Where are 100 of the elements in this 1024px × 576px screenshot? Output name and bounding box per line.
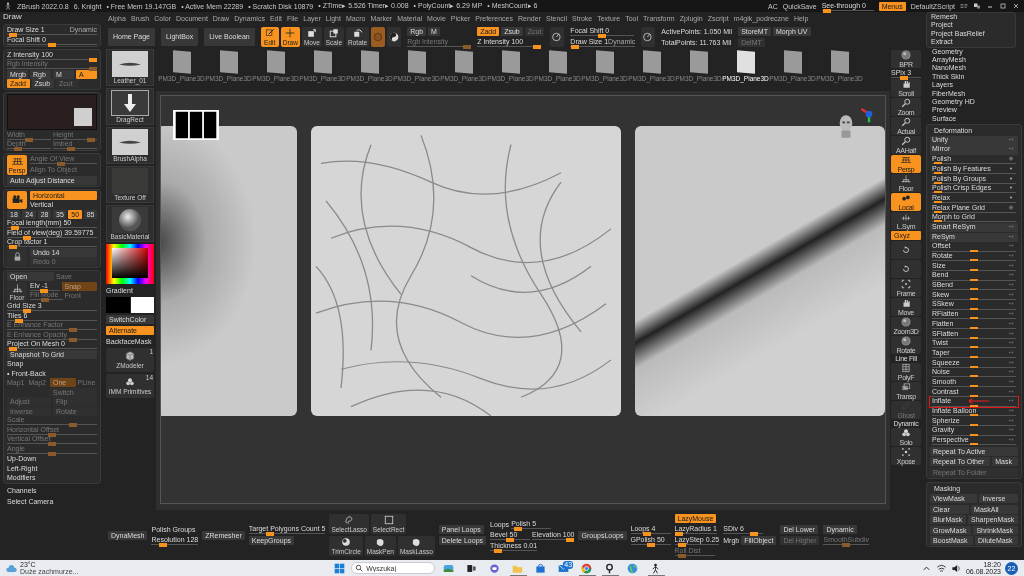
axis-toggle-icon — [1006, 349, 1016, 355]
slider-thumb[interactable] — [678, 543, 687, 547]
axis-toggle-icon — [1006, 408, 1016, 414]
arrow-box-icon — [306, 28, 317, 38]
slider-thumb[interactable] — [970, 356, 978, 359]
slider-thumb[interactable] — [48, 42, 56, 47]
material-sphere-icon — [373, 32, 384, 42]
slider-thumb[interactable] — [506, 537, 515, 542]
crosshair-icon — [285, 28, 296, 38]
axis-toggle-icon — [1006, 417, 1016, 423]
slider-thumb[interactable] — [970, 433, 978, 436]
slider-thumb[interactable] — [970, 365, 978, 368]
slider-thumb[interactable] — [23, 235, 32, 240]
axis-toggle-icon — [1006, 301, 1016, 307]
stroke-icon — [119, 139, 141, 145]
slider-thumb[interactable] — [970, 414, 978, 417]
slider-thumb[interactable] — [933, 191, 942, 194]
slider-thumb[interactable] — [265, 532, 274, 536]
slider-thumb[interactable] — [970, 278, 978, 281]
slider-thumb[interactable] — [8, 347, 17, 351]
landscape-icon — [443, 562, 455, 574]
sphere-icon — [901, 317, 911, 327]
slider-thumb[interactable] — [970, 288, 978, 291]
perspective-grid-icon — [11, 156, 23, 167]
toolbar-button[interactable] — [641, 27, 656, 47]
windows-logo-icon[interactable] — [334, 562, 346, 574]
camera-button[interactable] — [7, 190, 27, 209]
swirl-circle-icon — [389, 32, 400, 42]
slider-thumb[interactable] — [571, 45, 580, 49]
slider-thumb[interactable] — [970, 336, 978, 339]
globe-icon — [627, 562, 639, 574]
blob-icon — [411, 537, 422, 547]
slider-thumb[interactable] — [970, 443, 978, 446]
slider-thumb[interactable] — [15, 318, 24, 323]
toolbar-button[interactable] — [387, 27, 402, 47]
axis-toggle-icon — [1006, 320, 1016, 326]
slider-thumb[interactable] — [822, 8, 831, 13]
color-swatch[interactable] — [130, 297, 154, 313]
slider-thumb[interactable] — [933, 210, 942, 213]
viewport[interactable] — [156, 91, 890, 510]
slider-thumb[interactable] — [970, 327, 978, 330]
axis-toggle-icon — [1006, 340, 1016, 346]
slider-thumb[interactable] — [23, 309, 32, 313]
axis-toggle-icon — [1006, 282, 1016, 288]
slider-thumb[interactable] — [970, 423, 978, 426]
pencil-frame-icon — [264, 28, 275, 38]
slider-thumb[interactable] — [970, 346, 978, 349]
axis-toggle-icon — [1006, 359, 1016, 365]
slider-thumb[interactable] — [533, 45, 542, 49]
slider-thumb[interactable] — [566, 537, 575, 542]
slider-thumb[interactable] — [39, 288, 48, 293]
axis-toggle-icon — [1006, 223, 1016, 229]
color-swatch[interactable] — [106, 297, 130, 313]
slider-thumb[interactable] — [675, 532, 684, 536]
slider-thumb[interactable] — [933, 220, 942, 223]
slider-thumb[interactable] — [899, 76, 908, 80]
slider-thumb[interactable] — [9, 245, 18, 249]
axis-toggle-icon — [1006, 253, 1016, 259]
slider-thumb[interactable] — [933, 172, 942, 175]
slider-thumb[interactable] — [646, 543, 655, 547]
circle-toggle-icon — [1006, 204, 1016, 210]
slider-thumb[interactable] — [970, 297, 978, 300]
slider-thumb[interactable] — [643, 532, 652, 536]
close-icon[interactable] — [1012, 2, 1020, 10]
slider-thumb[interactable] — [970, 249, 978, 252]
pencil-icon — [901, 401, 911, 411]
axis-toggle-icon — [1006, 311, 1016, 317]
slider-thumb[interactable] — [970, 385, 978, 388]
palette-title: Draw — [3, 12, 23, 22]
slider-thumb[interactable] — [750, 532, 759, 536]
slider-thumb[interactable] — [970, 268, 978, 271]
slider-thumb[interactable] — [933, 162, 942, 165]
slider-thumb[interactable] — [933, 181, 942, 184]
slider-thumb[interactable] — [11, 226, 20, 230]
color-picker[interactable] — [106, 244, 154, 284]
head-model-icon — [837, 114, 855, 138]
toolbar-button[interactable] — [550, 27, 565, 47]
axis-toggle-icon — [1006, 378, 1016, 384]
restore-icon[interactable] — [999, 2, 1007, 10]
slider-thumb[interactable] — [933, 201, 942, 204]
slider-thumb[interactable] — [970, 317, 978, 320]
slider-thumb[interactable] — [8, 33, 17, 37]
rotate-box-icon — [352, 28, 363, 38]
slider-thumb[interactable] — [970, 375, 978, 378]
browser-icon — [581, 562, 593, 574]
slider-thumb[interactable] — [514, 526, 523, 531]
slider-thumb[interactable] — [970, 307, 978, 310]
ring-icon — [604, 562, 616, 574]
layout-icon[interactable] — [973, 2, 981, 10]
slider-thumb[interactable] — [970, 259, 978, 262]
slider-thumb[interactable] — [970, 404, 978, 407]
slider-thumb[interactable] — [159, 543, 168, 547]
slider-thumb[interactable] — [89, 57, 97, 62]
padlock-button[interactable] — [7, 247, 27, 266]
wifi-icon[interactable] — [935, 562, 947, 574]
slider-thumb[interactable] — [598, 34, 607, 38]
slider-thumb[interactable] — [493, 548, 502, 553]
floor-grid-icon — [11, 282, 23, 294]
magnifier-icon — [901, 136, 911, 146]
slider-thumb[interactable] — [970, 394, 978, 397]
